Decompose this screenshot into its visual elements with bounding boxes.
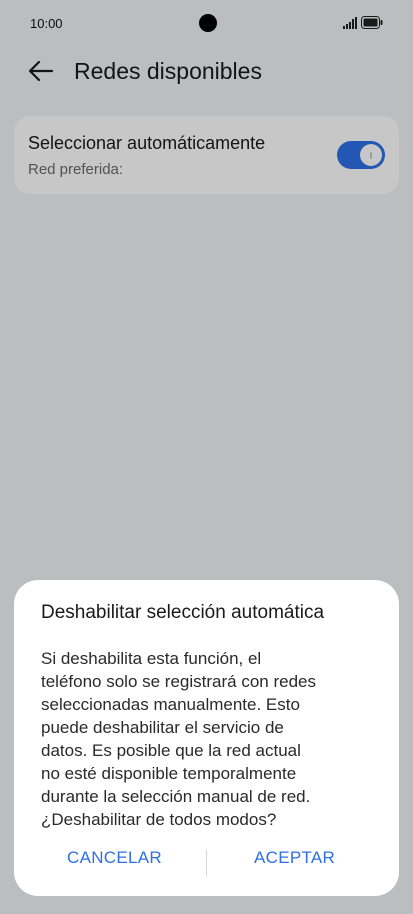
button-divider	[206, 850, 207, 876]
accept-button[interactable]: ACEPTAR	[254, 848, 335, 868]
dialog-title: Deshabilitar selección automática	[41, 602, 325, 623]
dialog-message-line: durante la selección manual de red.	[41, 787, 311, 806]
disable-auto-select-dialog: Deshabilitar selección automática Si des…	[14, 580, 399, 896]
dialog-message-line: ¿Deshabilitar de todos modos?	[41, 810, 277, 829]
dialog-message-line: seleccionadas manualmente. Esto	[41, 695, 300, 714]
dialog-message-line: teléfono solo se registrará con redes	[41, 672, 316, 691]
dialog-message-line: Si deshabilita esta función, el	[41, 649, 262, 668]
dialog-message-line: puede deshabilitar el servicio de	[41, 718, 284, 737]
cancel-button[interactable]: CANCELAR	[67, 848, 162, 868]
dialog-message-line: datos. Es posible que la red actual	[41, 741, 301, 760]
phone-frame: 10:00 Redes disponibles Seleccionar auto…	[0, 0, 413, 914]
dialog-message: Si deshabilita esta función, el teléfono…	[41, 647, 371, 831]
dialog-message-line: no esté disponible temporalmente	[41, 764, 297, 783]
